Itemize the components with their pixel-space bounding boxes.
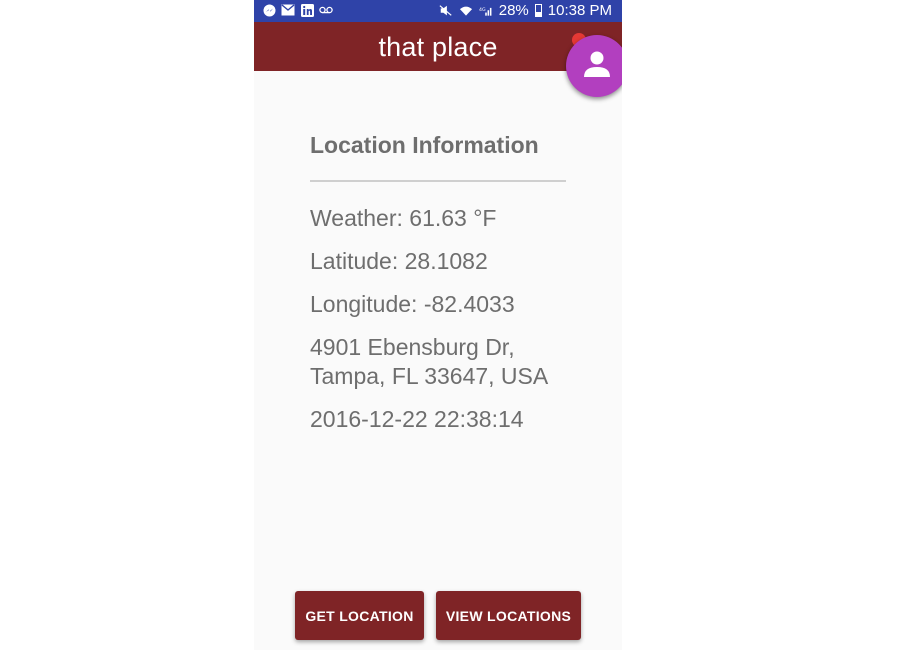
longitude-text: Longitude: -82.4033 — [310, 291, 515, 317]
phone-screen: 4G 28% 10:38 PM that place Location Info… — [254, 0, 622, 650]
status-system-icons: 4G 28% 10:38 PM — [439, 2, 612, 19]
status-notification-icons — [262, 3, 333, 17]
address-line-2: Tampa, FL 33647, USA — [310, 363, 549, 389]
latitude-text: Latitude: 28.1082 — [310, 248, 488, 274]
location-info-heading: Location Information — [310, 132, 539, 158]
mute-icon — [439, 4, 453, 18]
status-bar: 4G 28% 10:38 PM — [254, 0, 622, 22]
address-line-1: 4901 Ebensburg Dr, — [310, 334, 515, 360]
linkedin-icon — [300, 3, 314, 17]
location-info-panel: Location Information Weather: 61.63 °F L… — [310, 126, 566, 434]
status-time: 10:38 PM — [547, 2, 612, 19]
voicemail-icon — [319, 3, 333, 17]
wifi-icon — [459, 4, 473, 18]
battery-percent: 28% — [498, 2, 529, 19]
address-text: 4901 Ebensburg Dr, Tampa, FL 33647, USA — [310, 333, 566, 391]
person-icon — [584, 51, 610, 77]
battery-icon — [534, 4, 542, 17]
signal-icon: 4G — [479, 4, 493, 18]
get-location-button[interactable]: GET LOCATION — [295, 591, 424, 640]
profile-fab[interactable] — [566, 35, 622, 97]
action-buttons: GET LOCATION VIEW LOCATIONS — [295, 591, 581, 640]
section-divider — [310, 180, 566, 182]
timestamp-text: 2016-12-22 22:38:14 — [310, 406, 524, 432]
view-locations-button[interactable]: VIEW LOCATIONS — [436, 591, 581, 640]
messenger-icon — [262, 3, 276, 17]
network-type-label: 4G — [479, 7, 486, 13]
weather-text: Weather: 61.63 °F — [310, 205, 497, 231]
email-icon — [281, 3, 295, 17]
